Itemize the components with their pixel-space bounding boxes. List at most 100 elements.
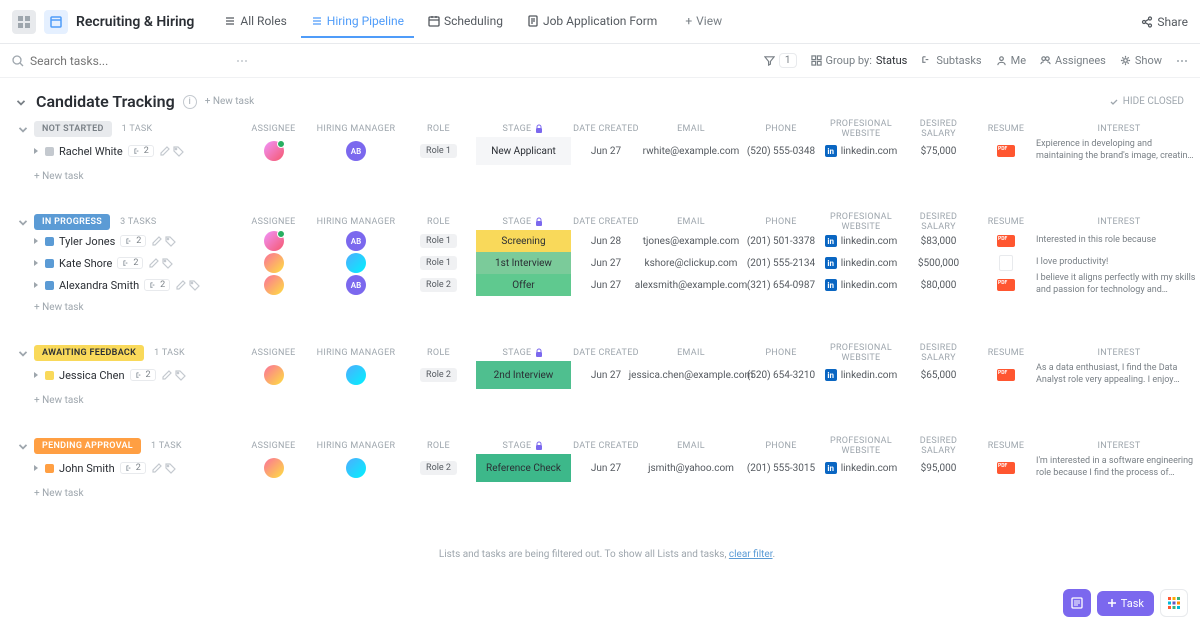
dashboard-icon[interactable] bbox=[12, 10, 36, 34]
group-by-button[interactable]: Group by: Status bbox=[811, 54, 908, 67]
status-dot[interactable] bbox=[45, 259, 54, 268]
edit-icon[interactable] bbox=[159, 146, 170, 157]
group-label[interactable]: IN PROGRESS bbox=[34, 214, 110, 230]
col-hiring-manager[interactable]: HIRING MANAGER bbox=[311, 441, 401, 451]
stage-cell[interactable]: New Applicant bbox=[476, 137, 571, 165]
phone-cell[interactable]: (321) 654-0987 bbox=[741, 280, 821, 291]
chevron-right-icon[interactable] bbox=[32, 464, 40, 472]
edit-icon[interactable] bbox=[175, 280, 186, 291]
website-cell[interactable]: inlinkedin.com bbox=[821, 369, 901, 381]
search-input[interactable] bbox=[30, 54, 230, 68]
col-email[interactable]: EMAIL bbox=[641, 441, 741, 451]
avatar[interactable] bbox=[264, 141, 284, 161]
email-cell[interactable]: jsmith@yahoo.com bbox=[641, 463, 741, 474]
col-profesional-website[interactable]: PROFESIONAL WEBSITE bbox=[821, 119, 901, 139]
group-label[interactable]: AWAITING FEEDBACK bbox=[34, 345, 144, 361]
col-desired-salary[interactable]: DESIRED SALARY bbox=[901, 436, 976, 456]
edit-icon[interactable] bbox=[151, 236, 162, 247]
tag-icon[interactable] bbox=[175, 370, 186, 381]
new-view-button[interactable]: + View bbox=[675, 6, 732, 38]
status-dot[interactable] bbox=[45, 371, 54, 380]
col-assignee[interactable]: ASSIGNEE bbox=[236, 348, 311, 358]
share-button[interactable]: Share bbox=[1141, 15, 1188, 29]
task-row[interactable]: John Smith2Role 2Reference CheckJun 27js… bbox=[14, 454, 1200, 482]
tab-scheduling[interactable]: Scheduling bbox=[418, 6, 513, 38]
task-name[interactable]: Tyler Jones bbox=[59, 235, 115, 248]
new-task-button[interactable]: + New task bbox=[14, 482, 1200, 509]
col-date-created[interactable]: DATE CREATED bbox=[571, 441, 641, 451]
website-cell[interactable]: inlinkedin.com bbox=[821, 279, 901, 291]
col-desired-salary[interactable]: DESIRED SALARY bbox=[901, 212, 976, 232]
col-interest[interactable]: INTEREST bbox=[1036, 217, 1200, 227]
avatar[interactable] bbox=[264, 253, 284, 273]
col-interest[interactable]: INTEREST bbox=[1036, 124, 1200, 134]
col-hiring-manager[interactable]: HIRING MANAGER bbox=[311, 348, 401, 358]
group-label[interactable]: NOT STARTED bbox=[34, 121, 112, 137]
col-email[interactable]: EMAIL bbox=[641, 124, 741, 134]
edit-icon[interactable] bbox=[151, 463, 162, 474]
subtask-badge[interactable]: 2 bbox=[117, 257, 143, 269]
me-button[interactable]: Me bbox=[996, 54, 1026, 67]
col-resume[interactable]: RESUME bbox=[976, 348, 1036, 358]
note-fab[interactable] bbox=[1063, 589, 1091, 617]
task-row[interactable]: Alexandra Smith2ABRole 2OfferJun 27alexs… bbox=[14, 274, 1200, 296]
col-hiring-manager[interactable]: HIRING MANAGER bbox=[311, 124, 401, 134]
col-phone[interactable]: PHONE bbox=[741, 348, 821, 358]
new-task-button[interactable]: + New task bbox=[14, 296, 1200, 323]
role-chip[interactable]: Role 2 bbox=[420, 461, 457, 475]
avatar[interactable]: AB bbox=[346, 231, 366, 251]
task-row[interactable]: Kate Shore2Role 11st InterviewJun 27ksho… bbox=[14, 252, 1200, 274]
filter-button[interactable]: 1 bbox=[764, 53, 797, 68]
col-desired-salary[interactable]: DESIRED SALARY bbox=[901, 119, 976, 139]
col-hiring-manager[interactable]: HIRING MANAGER bbox=[311, 217, 401, 227]
info-icon[interactable]: i bbox=[183, 95, 197, 109]
col-date-created[interactable]: DATE CREATED bbox=[571, 124, 641, 134]
pdf-icon[interactable] bbox=[997, 369, 1015, 381]
pdf-icon[interactable] bbox=[997, 235, 1015, 247]
col-stage[interactable]: STAGE bbox=[476, 441, 571, 451]
website-cell[interactable]: inlinkedin.com bbox=[821, 145, 901, 157]
tag-icon[interactable] bbox=[165, 236, 176, 247]
phone-cell[interactable]: (201) 555-3015 bbox=[741, 463, 821, 474]
chevron-right-icon[interactable] bbox=[32, 371, 40, 379]
col-role[interactable]: ROLE bbox=[401, 441, 476, 451]
col-assignee[interactable]: ASSIGNEE bbox=[236, 124, 311, 134]
tab-all-roles[interactable]: All Roles bbox=[214, 6, 296, 38]
clear-filter-link[interactable]: clear filter bbox=[729, 549, 773, 560]
avatar[interactable]: AB bbox=[346, 141, 366, 161]
chevron-right-icon[interactable] bbox=[32, 147, 40, 155]
col-role[interactable]: ROLE bbox=[401, 217, 476, 227]
task-name[interactable]: Alexandra Smith bbox=[59, 279, 139, 292]
chevron-down-icon[interactable] bbox=[16, 122, 30, 136]
col-role[interactable]: ROLE bbox=[401, 348, 476, 358]
col-resume[interactable]: RESUME bbox=[976, 124, 1036, 134]
tag-icon[interactable] bbox=[162, 258, 173, 269]
col-profesional-website[interactable]: PROFESIONAL WEBSITE bbox=[821, 436, 901, 456]
avatar[interactable] bbox=[264, 231, 284, 251]
doc-icon[interactable] bbox=[999, 255, 1013, 271]
edit-icon[interactable] bbox=[161, 370, 172, 381]
email-cell[interactable]: tjones@example.com bbox=[641, 236, 741, 247]
task-name[interactable]: John Smith bbox=[59, 462, 115, 475]
phone-cell[interactable]: (520) 555-0348 bbox=[741, 146, 821, 157]
avatar[interactable] bbox=[264, 275, 284, 295]
task-row[interactable]: Tyler Jones2ABRole 1ScreeningJun 28tjone… bbox=[14, 230, 1200, 252]
col-stage[interactable]: STAGE bbox=[476, 217, 571, 227]
avatar[interactable] bbox=[346, 458, 366, 478]
stage-cell[interactable]: 1st Interview bbox=[476, 252, 571, 274]
new-task-top[interactable]: + New task bbox=[205, 96, 255, 107]
role-chip[interactable]: Role 1 bbox=[420, 144, 457, 158]
col-stage[interactable]: STAGE bbox=[476, 348, 571, 358]
tab-hiring-pipeline[interactable]: Hiring Pipeline bbox=[301, 6, 414, 38]
col-date-created[interactable]: DATE CREATED bbox=[571, 348, 641, 358]
chevron-down-icon[interactable] bbox=[16, 215, 30, 229]
stage-cell[interactable]: Reference Check bbox=[476, 454, 571, 482]
assignees-button[interactable]: Assignees bbox=[1040, 54, 1106, 67]
col-interest[interactable]: INTEREST bbox=[1036, 441, 1200, 451]
pdf-icon[interactable] bbox=[997, 145, 1015, 157]
more-menu-icon[interactable] bbox=[1176, 55, 1188, 67]
col-phone[interactable]: PHONE bbox=[741, 124, 821, 134]
pdf-icon[interactable] bbox=[997, 279, 1015, 291]
email-cell[interactable]: alexsmith@example.com bbox=[641, 280, 741, 291]
stage-cell[interactable]: Offer bbox=[476, 274, 571, 296]
